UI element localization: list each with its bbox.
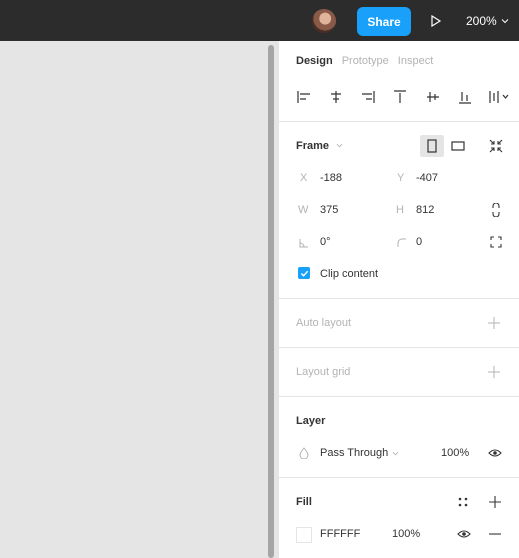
fill-color-swatch[interactable]: [296, 527, 312, 543]
plus-icon: [489, 496, 501, 508]
constrain-proportions-button[interactable]: [488, 202, 504, 218]
chevron-down-icon: [392, 451, 399, 455]
play-icon: [431, 15, 442, 27]
landscape-frame-button[interactable]: [446, 135, 470, 157]
divider: [279, 477, 519, 478]
independent-corners-icon: [490, 236, 502, 248]
layer-visibility-button[interactable]: [487, 445, 503, 461]
toolbar: Share 200%: [0, 0, 519, 41]
portrait-frame-button[interactable]: [420, 135, 444, 157]
distribute-button[interactable]: [489, 89, 511, 105]
w-label: W: [298, 204, 309, 216]
align-right-icon: [362, 91, 375, 103]
frame-section-title[interactable]: Frame: [296, 140, 343, 152]
add-auto-layout-button[interactable]: [486, 315, 502, 331]
align-bottom-icon: [458, 92, 471, 104]
zoom-value: 200%: [466, 14, 497, 28]
rotation-label: [296, 235, 312, 251]
corner-radius-icon: [397, 238, 406, 247]
present-button[interactable]: [428, 13, 444, 29]
alignment-toolbar: [296, 89, 511, 105]
zoom-dropdown[interactable]: 200%: [466, 13, 509, 29]
align-vertical-center-button[interactable]: [425, 89, 441, 105]
plus-icon: [488, 317, 500, 329]
layer-title: Layer: [296, 415, 326, 427]
fill-title: Fill: [296, 496, 312, 508]
styles-icon: [458, 497, 468, 507]
chevron-down-icon: [336, 143, 343, 148]
corner-radius-input[interactable]: 0: [416, 236, 422, 248]
align-right-button[interactable]: [360, 89, 376, 105]
portrait-frame-icon: [427, 139, 437, 153]
align-horizontal-center-button[interactable]: [328, 89, 344, 105]
plus-icon: [488, 366, 500, 378]
fill-opacity-input[interactable]: 100%: [392, 528, 420, 540]
minus-icon: [489, 533, 501, 535]
align-top-button[interactable]: [392, 89, 408, 105]
canvas[interactable]: [0, 41, 268, 558]
blend-mode-icon: [299, 447, 309, 459]
y-label: Y: [397, 172, 405, 184]
blend-mode-indicator: [296, 445, 312, 461]
frame-title: Frame: [296, 140, 330, 152]
clip-content-checkbox[interactable]: [298, 267, 310, 279]
constrain-proportions-icon: [492, 203, 500, 217]
x-label: X: [300, 172, 308, 184]
layer-opacity-input[interactable]: 100%: [441, 447, 469, 459]
h-label: H: [396, 204, 404, 216]
eye-icon: [457, 530, 471, 538]
x-input[interactable]: -188: [320, 172, 342, 184]
auto-layout-title: Auto layout: [296, 317, 352, 329]
corner-radius-label: [394, 235, 410, 251]
remove-fill-button[interactable]: [487, 526, 503, 542]
avatar[interactable]: [312, 9, 336, 33]
checkmark-icon: [300, 270, 308, 277]
divider: [279, 121, 519, 122]
divider: [279, 298, 519, 299]
blend-mode-value: Pass Through: [320, 447, 389, 459]
eye-icon: [488, 449, 502, 457]
distribute-icon: [489, 91, 509, 103]
y-input[interactable]: -407: [416, 172, 438, 184]
independent-corners-button[interactable]: [488, 234, 504, 250]
divider: [279, 396, 519, 397]
w-input[interactable]: 375: [320, 204, 338, 216]
divider: [279, 347, 519, 348]
landscape-frame-icon: [451, 141, 465, 151]
align-left-button[interactable]: [296, 89, 312, 105]
chevron-down-icon: [501, 19, 509, 24]
design-panel: Design Prototype Inspect Frame X -188 Y …: [279, 41, 519, 558]
align-vertical-center-icon: [426, 92, 439, 102]
tab-inspect[interactable]: Inspect: [398, 55, 433, 67]
rotation-input[interactable]: 0°: [320, 236, 331, 248]
align-top-icon: [394, 90, 407, 103]
align-left-icon: [297, 91, 310, 103]
align-horizontal-center-icon: [331, 91, 342, 103]
add-fill-button[interactable]: [487, 494, 503, 510]
add-layout-grid-button[interactable]: [486, 364, 502, 380]
rotation-icon: [299, 239, 308, 248]
clip-content-label[interactable]: Clip content: [320, 268, 378, 280]
tab-prototype[interactable]: Prototype: [342, 55, 389, 67]
tab-design[interactable]: Design: [296, 55, 333, 67]
fill-visibility-button[interactable]: [456, 526, 472, 542]
fill-styles-button[interactable]: [455, 494, 471, 510]
share-button[interactable]: Share: [357, 7, 411, 36]
panel-tabs: Design Prototype Inspect: [296, 55, 442, 67]
resize-to-fit-icon: [489, 139, 503, 153]
blend-mode-dropdown[interactable]: Pass Through: [320, 447, 399, 459]
resize-to-fit-button[interactable]: [488, 138, 504, 154]
h-input[interactable]: 812: [416, 204, 434, 216]
layout-grid-title: Layout grid: [296, 366, 351, 378]
canvas-scrollbar[interactable]: [268, 45, 274, 558]
fill-hex-input[interactable]: FFFFFF: [320, 528, 360, 540]
align-bottom-button[interactable]: [457, 89, 473, 105]
